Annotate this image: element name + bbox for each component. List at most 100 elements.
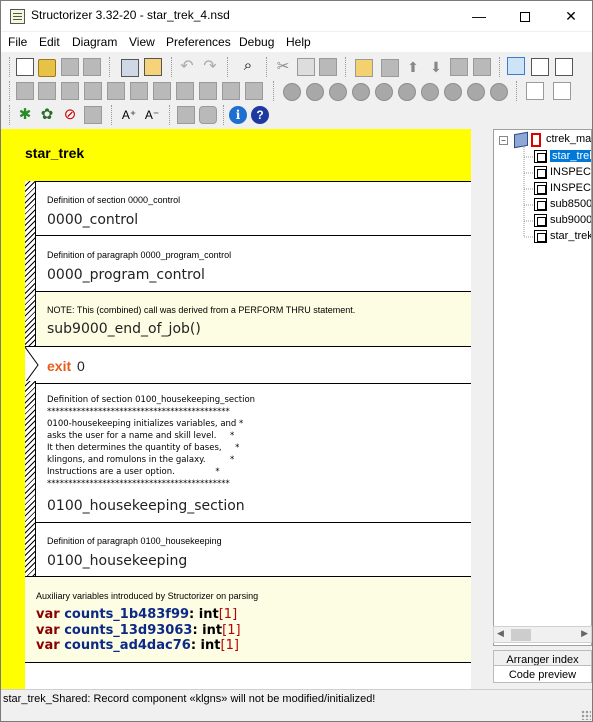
diagram-icon	[534, 214, 547, 227]
transmute-icon[interactable]	[450, 58, 468, 76]
add-case-icon[interactable]	[61, 82, 79, 100]
tree-item[interactable]: INSPECT	[550, 166, 591, 178]
minimize-button[interactable]: —	[456, 1, 502, 31]
breakpoint-disabled-icon[interactable]: ⊘	[61, 106, 79, 124]
add-instruction-icon[interactable]	[16, 82, 34, 100]
resize-grip-icon[interactable]	[581, 710, 591, 720]
scroll-left-icon[interactable]: ◀	[497, 628, 504, 639]
diagram-block-call[interactable]: NOTE: This (combined) call was derived f…	[36, 291, 471, 346]
paste-icon[interactable]	[319, 58, 337, 76]
turtle-icon[interactable]: ✱	[16, 106, 34, 124]
print-icon[interactable]	[121, 59, 139, 77]
status-message: star_trek_Shared: Record component «klgn…	[3, 693, 376, 705]
panel-splitter[interactable]	[471, 129, 493, 689]
close-button[interactable]: ✕	[548, 1, 592, 31]
tab-code-preview[interactable]: Code preview	[493, 665, 592, 683]
add-repeat-icon[interactable]	[130, 82, 148, 100]
save-icon[interactable]	[61, 58, 79, 76]
block-comment: Definition of paragraph 0100_housekeepin…	[47, 536, 222, 546]
add-if-icon[interactable]	[38, 82, 56, 100]
toolbar-separator	[171, 57, 172, 77]
tree-item[interactable]: INSPECT	[550, 182, 591, 194]
find-binoculars-icon[interactable]: ⌕	[239, 57, 257, 75]
view-nsd-toggle-icon[interactable]	[507, 57, 525, 75]
info-icon[interactable]: i	[229, 106, 247, 124]
tree-item[interactable]: star_trek	[550, 150, 591, 162]
block-code: 0100_housekeeping	[47, 553, 188, 569]
toolbar-separator	[111, 105, 112, 125]
color-4-icon[interactable]	[352, 83, 370, 101]
exit-jump-marker	[25, 347, 39, 384]
add-for-icon[interactable]	[84, 82, 102, 100]
diagram-block-control[interactable]: Definition of section 0000_control 0000_…	[36, 181, 471, 235]
cut-icon[interactable]: ✂	[274, 58, 292, 76]
diagram-block-program-control[interactable]: Definition of paragraph 0000_program_con…	[36, 235, 471, 291]
export-picture-icon[interactable]	[144, 58, 162, 76]
color-2-icon[interactable]	[306, 83, 324, 101]
menu-edit[interactable]: Edit	[39, 35, 60, 49]
color-3-icon[interactable]	[329, 83, 347, 101]
view-comments-icon[interactable]	[531, 58, 549, 76]
tree-item[interactable]: sub8500	[550, 198, 591, 210]
structorizer-app-icon	[10, 9, 25, 24]
diagram-block-housekeeping-section[interactable]: Definition of section 0100_housekeeping_…	[36, 383, 471, 522]
menu-preferences[interactable]: Preferences	[166, 35, 231, 49]
arranger-index-tree[interactable]: − ctrek_main star_trek INSPECT INSPECT s…	[493, 129, 592, 646]
edit-element-icon[interactable]	[355, 59, 373, 77]
redo-icon[interactable]: ↷	[201, 58, 219, 76]
color-7-icon[interactable]	[421, 83, 439, 101]
color-10-icon[interactable]	[490, 83, 508, 101]
block-code: 0100_housekeeping_section	[47, 498, 245, 514]
color-5-icon[interactable]	[375, 83, 393, 101]
delete-element-icon[interactable]	[381, 59, 399, 77]
tree-item[interactable]: star_trek	[550, 230, 591, 242]
scrollbar-thumb[interactable]	[511, 629, 531, 641]
nsd-diagram-canvas[interactable]: star_trek Definition of section 0000_con…	[1, 129, 471, 689]
zoom-out-icon[interactable]	[177, 106, 195, 124]
zoom-in-icon[interactable]	[199, 106, 217, 124]
save-as-icon[interactable]	[83, 58, 101, 76]
block-code: sub9000_end_of_job()	[47, 321, 201, 337]
font-up-icon[interactable]: A⁺	[120, 106, 138, 124]
add-jump-icon[interactable]	[199, 82, 217, 100]
add-call-icon[interactable]	[176, 82, 194, 100]
analyse-icon[interactable]	[553, 82, 571, 100]
executor-icon[interactable]: ✿	[38, 106, 56, 124]
new-file-icon[interactable]	[16, 58, 34, 76]
arrange-icon[interactable]	[526, 82, 544, 100]
menu-view[interactable]: View	[129, 35, 155, 49]
menu-help[interactable]: Help	[286, 35, 311, 49]
tree-horizontal-scrollbar[interactable]: ◀ ▶	[493, 626, 592, 643]
diagram-icon	[534, 230, 547, 243]
color-9-icon[interactable]	[467, 83, 485, 101]
diagram-block-exit[interactable]: exit 0	[25, 346, 471, 384]
parser-icon[interactable]	[84, 106, 102, 124]
copy-icon[interactable]	[297, 58, 315, 76]
font-down-icon[interactable]: A⁻	[143, 106, 161, 124]
menu-debug[interactable]: Debug	[239, 35, 274, 49]
color-8-icon[interactable]	[444, 83, 462, 101]
var-declaration: var counts_ad4dac76: int[1]	[36, 638, 239, 653]
view-switch-icon[interactable]	[555, 58, 573, 76]
outsource-icon[interactable]	[473, 58, 491, 76]
open-file-icon[interactable]	[38, 59, 56, 77]
scroll-right-icon[interactable]: ▶	[581, 628, 588, 639]
var-declaration: var counts_1b483f99: int[1]	[36, 607, 238, 622]
diagram-block-next[interactable]	[25, 662, 471, 689]
add-parallel-icon[interactable]	[222, 82, 240, 100]
undo-icon[interactable]: ↶	[178, 58, 196, 76]
move-down-icon[interactable]: ⬇	[427, 58, 445, 76]
move-up-icon[interactable]: ⬆	[404, 58, 422, 76]
menu-file[interactable]: File	[8, 35, 27, 49]
maximize-button[interactable]	[502, 1, 548, 31]
add-try-icon[interactable]	[245, 82, 263, 100]
add-forever-icon[interactable]	[153, 82, 171, 100]
tree-item[interactable]: sub9000	[550, 214, 591, 226]
color-1-icon[interactable]	[283, 83, 301, 101]
add-while-icon[interactable]	[107, 82, 125, 100]
color-6-icon[interactable]	[398, 83, 416, 101]
diagram-block-aux-vars[interactable]: Auxiliary variables introduced by Struct…	[25, 576, 471, 662]
diagram-block-housekeeping-para[interactable]: Definition of paragraph 0100_housekeepin…	[36, 522, 471, 576]
help-icon[interactable]: ?	[251, 106, 269, 124]
menu-diagram[interactable]: Diagram	[72, 35, 117, 49]
